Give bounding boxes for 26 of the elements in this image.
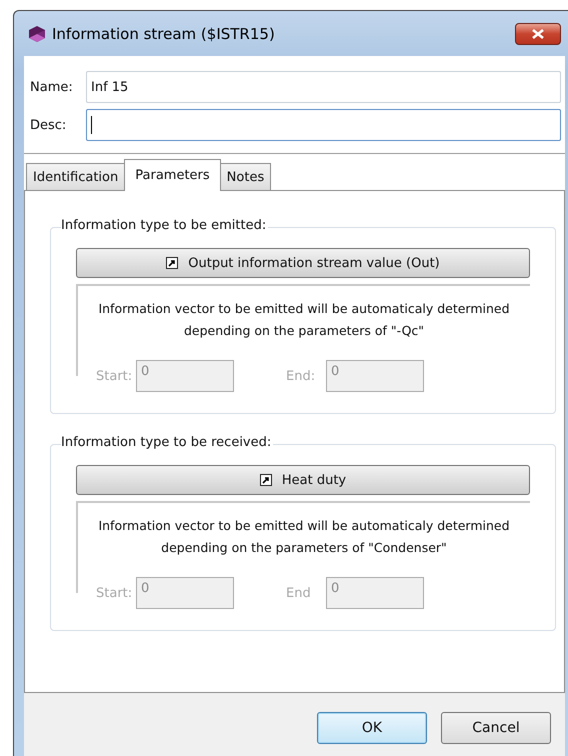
- range-label: Start:: [96, 368, 134, 384]
- window-title: Information stream ($ISTR15): [52, 24, 275, 42]
- selector-button[interactable]: Heat duty: [76, 465, 530, 495]
- field-label: Name:: [30, 80, 74, 94]
- app-logo-icon: [28, 24, 46, 42]
- range-label: Start:: [96, 586, 134, 600]
- group-title: Information type to be emitted:: [61, 218, 268, 233]
- info-message: Information vector to be emitted will be automaticaly determined depending on the parameters of "-Qc": [97, 300, 511, 340]
- tab[interactable]: Parameters: [124, 159, 221, 191]
- text-cursor: [91, 116, 92, 134]
- range-label: End:: [286, 368, 316, 384]
- close-button[interactable]: [515, 22, 561, 44]
- selector-button[interactable]: Output information stream value (Out): [76, 248, 530, 278]
- tab[interactable]: Notes: [220, 163, 272, 190]
- tab[interactable]: Identification: [26, 163, 126, 190]
- cancel-button[interactable]: Cancel: [441, 712, 551, 744]
- shortcut-arrow-icon: [260, 474, 272, 486]
- ok-button[interactable]: OK: [317, 712, 427, 744]
- shortcut-arrow-icon: [166, 257, 178, 269]
- field-label: Desc:: [30, 118, 68, 132]
- info-message: Information vector to be emitted will be automaticaly determined depending on the parameters of "Condenser": [97, 517, 511, 557]
- close-icon: [531, 28, 545, 40]
- text-field[interactable]: Inf 15: [86, 71, 561, 103]
- text-field[interactable]: [86, 109, 561, 141]
- group-title: Information type to be received:: [61, 435, 274, 450]
- range-label: End: [286, 586, 312, 600]
